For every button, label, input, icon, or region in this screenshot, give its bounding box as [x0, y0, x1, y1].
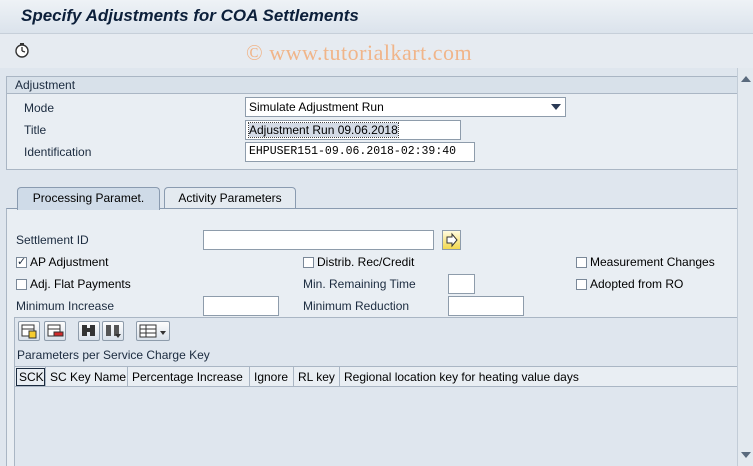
min-remaining-time-label: Min. Remaining Time — [303, 277, 416, 291]
identification-field[interactable]: EHPUSER151-09.06.2018-02:39:40 — [245, 142, 475, 162]
minimum-reduction-label: Minimum Reduction — [303, 299, 410, 313]
window-title: Specify Adjustments for COA Settlements — [21, 6, 359, 25]
adj-flat-payments-label: Adj. Flat Payments — [30, 277, 131, 291]
insert-row-button[interactable] — [18, 321, 40, 341]
adj-flat-payments-checkbox[interactable] — [16, 279, 27, 290]
insert-row-icon — [21, 324, 37, 339]
table-header: SCK SC Key Name Percentage Increase Igno… — [15, 366, 746, 387]
column-header-ignore[interactable]: Ignore — [250, 367, 294, 387]
mode-dropdown[interactable]: Simulate Adjustment Run — [245, 97, 566, 117]
measurement-changes-checkbox[interactable] — [576, 257, 587, 268]
arrow-right-icon — [446, 232, 458, 248]
tab-activity-parameters[interactable]: Activity Parameters — [164, 187, 296, 209]
watermark: © www.tutorialkart.com — [246, 40, 473, 65]
scroll-up-icon[interactable] — [741, 76, 751, 82]
column-header-regional-location-key[interactable]: Regional location key for heating value … — [340, 367, 590, 387]
delete-row-button[interactable] — [44, 321, 66, 341]
table-body — [15, 388, 746, 466]
identification-label: Identification — [24, 145, 92, 159]
identification-value: EHPUSER151-09.06.2018-02:39:40 — [249, 145, 457, 158]
adjustment-group-title: Adjustment — [7, 77, 749, 94]
column-header-percentage-increase[interactable]: Percentage Increase — [128, 367, 250, 387]
application-toolbar: © www.tutorialkart.com — [0, 34, 753, 68]
find-button[interactable] — [78, 321, 100, 341]
settlement-id-field[interactable] — [203, 230, 434, 250]
title-value: Adjustment Run 09.06.2018 — [248, 122, 399, 138]
service-charge-table: Parameters per Service Charge Key SCK SC… — [14, 317, 747, 466]
tab-processing-parameters[interactable]: Processing Paramet. — [17, 187, 160, 210]
minimum-reduction-field[interactable] — [448, 296, 524, 316]
table-title: Parameters per Service Charge Key — [17, 348, 210, 362]
mode-label: Mode — [24, 101, 55, 115]
distrib-rec-credit-checkbox[interactable] — [303, 257, 314, 268]
column-header-rl-key[interactable]: RL key — [294, 367, 340, 387]
table-toolbar — [15, 318, 746, 344]
execute-clock-icon[interactable] — [13, 41, 31, 59]
min-remaining-time-field[interactable] — [448, 274, 475, 294]
column-header-sck[interactable]: SCK — [15, 367, 46, 387]
settlement-id-label: Settlement ID — [16, 233, 89, 247]
mode-value: Simulate Adjustment Run — [249, 100, 384, 114]
measurement-changes-label: Measurement Changes — [590, 255, 715, 269]
adopted-from-ro-checkbox[interactable] — [576, 279, 587, 290]
find-next-button[interactable] — [102, 321, 124, 341]
title-field[interactable]: Adjustment Run 09.06.2018 — [245, 120, 461, 140]
distrib-rec-credit-label: Distrib. Rec/Credit — [317, 255, 415, 269]
column-config-icon — [139, 324, 166, 338]
title-label: Title — [24, 123, 47, 137]
tab-strip: Processing Paramet. Activity Parameters — [0, 180, 753, 210]
adopted-from-ro-label: Adopted from RO — [590, 277, 684, 291]
ap-adjustment-label: AP Adjustment — [30, 255, 109, 269]
find-next-icon — [106, 325, 121, 338]
column-header-sc-key-name[interactable]: SC Key Name — [46, 367, 128, 387]
column-config-button[interactable] — [136, 321, 170, 341]
chevron-down-icon[interactable] — [551, 104, 561, 110]
find-icon — [82, 325, 95, 336]
title-bar: Specify Adjustments for COA Settlements — [0, 0, 753, 34]
minimum-increase-field[interactable] — [203, 296, 279, 316]
delete-row-icon — [47, 324, 64, 337]
minimum-increase-label: Minimum Increase — [16, 299, 115, 313]
scroll-down-icon[interactable] — [741, 452, 751, 458]
settlement-search-button[interactable] — [442, 230, 461, 250]
ap-adjustment-checkbox[interactable] — [16, 255, 27, 268]
vertical-scrollbar[interactable] — [737, 68, 753, 466]
